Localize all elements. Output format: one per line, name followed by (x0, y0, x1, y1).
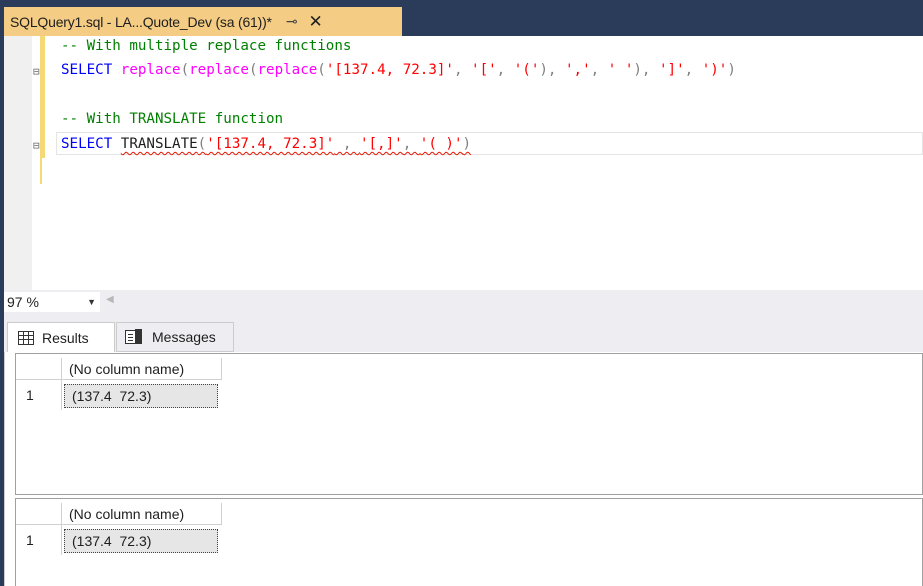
query-tab-title: SQLQuery1.sql - LA...Quote_Dev (sa (61))… (10, 13, 272, 30)
grid-corner[interactable] (16, 503, 62, 525)
zoom-dropdown[interactable]: 97 % ▼ (4, 292, 100, 312)
collapse-icon[interactable]: ⊟ (33, 65, 40, 78)
sql-string: '( )' (419, 136, 463, 152)
collapse-icon[interactable]: ⊟ (33, 139, 40, 152)
document-tab-strip: SQLQuery1.sql - LA...Quote_Dev (sa (61))… (0, 0, 923, 36)
sql-string: '[' (471, 62, 497, 78)
sql-string: '[137.4, 72.3]' (325, 62, 454, 78)
result-grid[interactable]: (No column name) 1 (137.4 72.3) (15, 353, 923, 495)
sql-separator: , (402, 136, 420, 152)
column-header[interactable]: (No column name) (62, 503, 222, 525)
sql-paren: ( (197, 136, 207, 152)
sql-comment: -- With multiple replace functions (61, 38, 352, 54)
grid-icon (18, 330, 34, 345)
query-tab[interactable]: SQLQuery1.sql - LA...Quote_Dev (sa (61))… (4, 7, 402, 36)
sql-keyword: SELECT (61, 136, 113, 152)
changed-lines-indicator (40, 158, 42, 184)
query-editor[interactable]: ⊟ ⊟ -- With multiple replace functions S… (4, 36, 923, 290)
messages-icon (125, 329, 143, 345)
sql-function: TRANSLATE (120, 136, 198, 152)
result-grid[interactable]: (No column name) 1 (137.4 72.3) (15, 498, 923, 586)
sql-string: ')' (701, 62, 728, 78)
sql-keyword: SELECT (61, 62, 113, 78)
sql-paren: ), (633, 62, 659, 78)
sql-function: replace (120, 62, 181, 78)
zoom-value: 97 % (7, 294, 39, 310)
code-line-5: SELECT TRANSLATE('[137.4, 72.3]' , '[,]'… (61, 133, 471, 155)
sql-separator: , (453, 62, 472, 78)
sql-string: ']' (658, 62, 685, 78)
sql-paren: ), (539, 62, 566, 78)
sql-separator: , (334, 136, 360, 152)
sql-paren: ) (727, 62, 736, 78)
result-cell[interactable]: (137.4 72.3) (64, 384, 218, 408)
changed-lines-indicator (40, 36, 45, 158)
sql-separator: , (684, 62, 702, 78)
close-icon[interactable]: ✕ (309, 13, 323, 30)
sql-paren: ( (317, 62, 326, 78)
code-line-2: SELECT replace(replace(replace('[137.4, … (61, 59, 736, 81)
sql-function: replace (257, 62, 318, 78)
sql-string: ' ' (607, 62, 634, 78)
pin-icon[interactable]: ⊸ (286, 13, 298, 30)
sql-function: replace (189, 62, 249, 78)
result-cell[interactable]: (137.4 72.3) (64, 529, 218, 553)
sql-comment: -- With TRANSLATE function (61, 111, 284, 127)
tab-messages-label: Messages (152, 329, 216, 345)
sql-string: ',' (565, 62, 591, 78)
sql-string: '[137.4, 72.3]' (206, 136, 335, 152)
grid-corner[interactable] (16, 358, 62, 380)
row-number[interactable]: 1 (16, 380, 62, 410)
sql-paren: ) (462, 136, 472, 152)
tab-results-label: Results (42, 329, 89, 346)
tab-results[interactable]: Results (7, 322, 115, 352)
code-line-1: -- With multiple replace functions (61, 35, 351, 57)
row-number[interactable]: 1 (16, 525, 62, 555)
sql-string: '(' (513, 62, 540, 78)
column-header[interactable]: (No column name) (62, 358, 222, 380)
tab-messages[interactable]: Messages (116, 322, 234, 352)
sql-string: '[,]' (359, 136, 403, 152)
results-tab-strip: Results Messages (4, 314, 923, 352)
editor-gutter (4, 36, 32, 290)
code-line-4: -- With TRANSLATE function (61, 108, 283, 130)
sql-separator: , (496, 62, 514, 78)
sql-paren: ( (180, 62, 190, 78)
chevron-down-icon[interactable]: ▼ (87, 292, 96, 312)
editor-zoom-bar: 97 % ▼ ◀ (4, 290, 923, 314)
results-pane: (No column name) 1 (137.4 72.3) (No colu… (4, 352, 923, 586)
sql-separator: , (590, 62, 608, 78)
scroll-left-icon[interactable]: ◀ (106, 294, 114, 305)
